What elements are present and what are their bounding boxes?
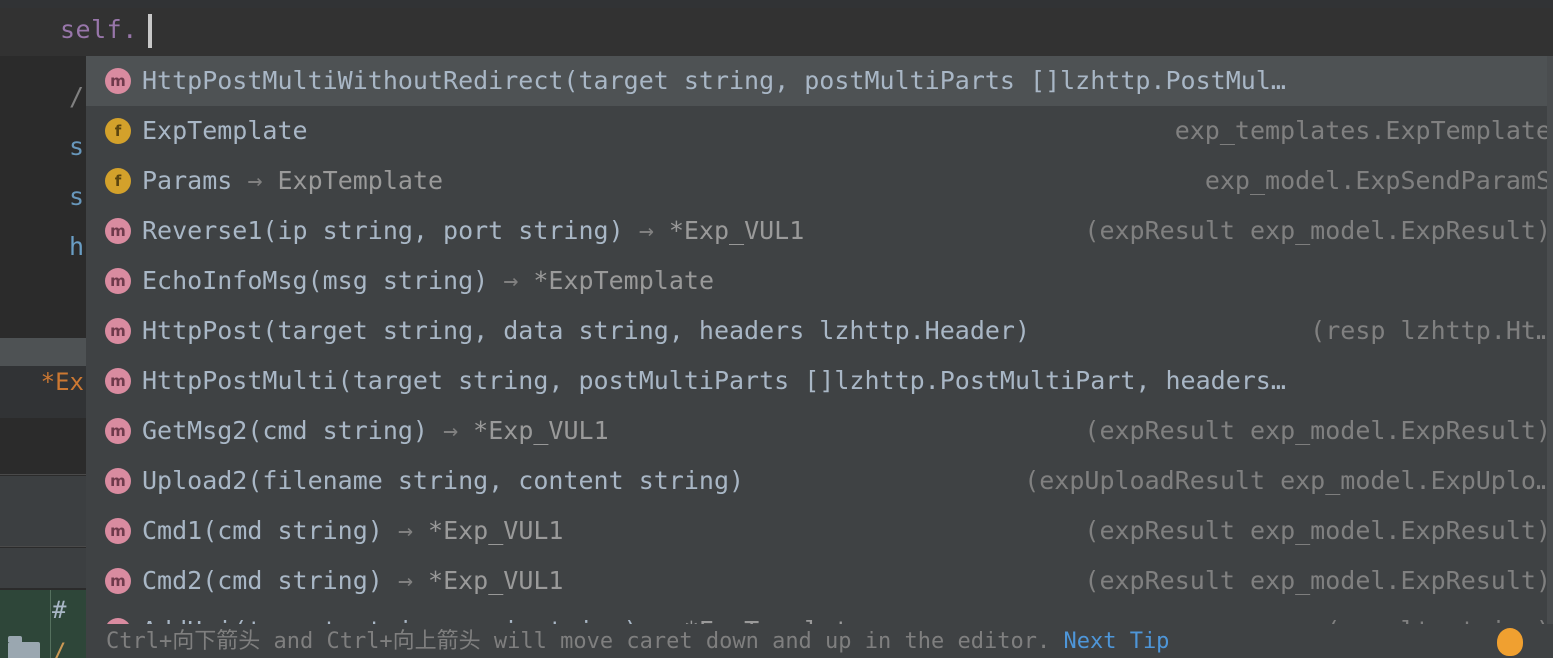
return-arrow-icon: → xyxy=(247,166,263,195)
completion-item-signature: Upload2(filename string, content string) xyxy=(142,456,744,506)
code-fragment: h xyxy=(68,232,84,261)
completion-item[interactable]: m GetMsg2(cmd string) → *Exp_VUL1 (expResu… xyxy=(86,406,1553,456)
editor-current-line: self. xyxy=(60,15,138,44)
completion-item-return-type: *Exp_VUL1 xyxy=(428,566,564,595)
completion-item-type-hint: (expResult exp_model.ExpResult) xyxy=(1084,216,1551,245)
completion-item-return-type: *Exp_VUL1 xyxy=(473,416,609,445)
completion-list[interactable]: m HttpPostMultiWithoutRedirect(target str… xyxy=(86,56,1553,624)
completion-item-signature: Params → ExpTemplate xyxy=(142,156,443,206)
divider xyxy=(0,546,86,547)
completion-item[interactable]: m HttpPostMultiWithoutRedirect(target str… xyxy=(86,56,1553,106)
completion-item-name: ExpTemplate xyxy=(142,116,308,145)
lightbulb-icon[interactable] xyxy=(1497,628,1523,656)
completion-item[interactable]: m HttpPostMulti(target string, postMultiP… xyxy=(86,356,1553,406)
editor-caret-line xyxy=(0,8,1553,56)
completion-item-signature: HttpPostMultiWithoutRedirect(target stri… xyxy=(142,56,1286,106)
popup-right-edge xyxy=(1547,56,1553,658)
method-icon: m xyxy=(105,468,131,494)
completion-item[interactable]: mAddUri(target string, uri string) → *Ex… xyxy=(86,606,1553,624)
completion-item-name: EchoInfoMsg(msg string) xyxy=(142,266,489,295)
console-label-area: Your xyxy=(0,548,86,588)
code-fragment: s xyxy=(68,182,84,211)
completion-item-type-hint: exp_templates.ExpTemplate xyxy=(1174,116,1551,145)
tip-text-container: Ctrl+向下箭头 and Ctrl+向上箭头 will move caret … xyxy=(106,627,1169,657)
completion-item-name: Params xyxy=(142,166,233,195)
method-icon: m xyxy=(105,268,131,294)
return-arrow-icon: → xyxy=(503,266,519,295)
completion-item-name: HttpPost(target string, data string, hea… xyxy=(142,316,1031,345)
field-icon: f xyxy=(105,118,131,144)
completion-item[interactable]: m Reverse1(ip string, port string) → *Exp… xyxy=(86,206,1553,256)
completion-item-type-hint: (resp lzhttp.Ht… xyxy=(1310,316,1551,345)
completion-item[interactable]: m HttpPost(target string, data string, he… xyxy=(86,306,1553,356)
completion-item-name: Cmd1(cmd string) xyxy=(142,516,383,545)
method-icon: m xyxy=(105,68,131,94)
return-arrow-icon: → xyxy=(397,516,413,545)
editor-highlight-row xyxy=(0,338,86,366)
field-icon: f xyxy=(105,168,131,194)
editor-left-region: / s s h *Ex ↑ Your # / / xyxy=(0,56,88,658)
method-icon: m xyxy=(105,418,131,444)
completion-item-signature: HttpPostMulti(target string, postMultiPa… xyxy=(142,356,1286,406)
return-arrow-icon: → xyxy=(443,416,459,445)
completion-item-signature: Reverse1(ip string, port string) → *Exp_… xyxy=(142,206,804,256)
completion-item[interactable]: f Params → ExpTemplate exp_model.ExpSendPa… xyxy=(86,156,1553,206)
completion-item-signature: EchoInfoMsg(msg string) → *ExpTemplate xyxy=(142,256,714,306)
return-arrow-icon: → xyxy=(638,216,654,245)
return-arrow-icon: → xyxy=(397,566,413,595)
completion-item-signature: ExpTemplate xyxy=(142,106,308,156)
text-caret xyxy=(148,14,152,48)
completion-item-type-hint: (result string) xyxy=(1325,606,1553,624)
completion-item-signature: Cmd2(cmd string) → *Exp_VUL1 xyxy=(142,556,563,606)
editor-top-strip xyxy=(0,0,1553,8)
completion-item-signature: Cmd1(cmd string) → *Exp_VUL1 xyxy=(142,506,563,556)
completion-item-type-hint: (expUploadResult exp_model.ExpUplo… xyxy=(1024,466,1551,495)
completion-item[interactable]: m Cmd2(cmd string) → *Exp_VUL1 (expResult … xyxy=(86,556,1553,606)
completion-item[interactable]: f ExpTemplate exp_templates.ExpTemplate xyxy=(86,106,1553,156)
tip-of-the-day-bar: Ctrl+向下箭头 and Ctrl+向上箭头 will move caret … xyxy=(86,624,1553,658)
completion-item-signature: AddUri(target string, uri string) → *Exp… xyxy=(142,606,865,624)
ide-screen: self. / s s h *Ex ↑ Your # / / xyxy=(0,0,1553,658)
completion-item-name: Upload2(filename string, content string) xyxy=(142,466,745,495)
code-fragment: s xyxy=(68,132,84,161)
completion-item[interactable]: m Upload2(filename string, content string… xyxy=(86,456,1553,506)
completion-item-signature: HttpPost(target string, data string, hea… xyxy=(142,306,1030,356)
completion-item-type-hint: (expResult exp_model.ExpResult) xyxy=(1084,566,1551,595)
completion-item-return-type: *ExpTemplate xyxy=(684,616,865,624)
divider xyxy=(0,474,86,475)
toolwindow-arrow-area[interactable]: ↑ xyxy=(0,476,86,546)
method-icon: m xyxy=(105,368,131,394)
folder-icon xyxy=(8,636,40,658)
terminal-fragment: # xyxy=(52,596,67,624)
completion-item[interactable]: m EchoInfoMsg(msg string) → *ExpTemplate xyxy=(86,256,1553,306)
code-fragment-star: *Ex xyxy=(40,368,84,396)
code-fragment: / xyxy=(68,82,84,111)
terminal-fragment: / xyxy=(52,638,67,658)
completion-item-return-type: *Exp_VUL1 xyxy=(668,216,805,245)
method-icon: m xyxy=(105,518,131,544)
return-arrow-icon: → xyxy=(654,616,669,624)
method-icon: m xyxy=(105,318,131,344)
completion-item-name: Cmd2(cmd string) xyxy=(142,566,383,595)
next-tip-link[interactable]: Next Tip xyxy=(1063,629,1169,654)
divider xyxy=(50,590,51,658)
completion-item-return-type: *Exp_VUL1 xyxy=(428,516,564,545)
completion-item-signature: GetMsg2(cmd string) → *Exp_VUL1 xyxy=(142,406,609,456)
completion-item-name: HttpPostMulti(target string, postMultiPa… xyxy=(142,366,1286,395)
tip-text: Ctrl+向下箭头 and Ctrl+向上箭头 will move caret … xyxy=(106,629,1064,654)
completion-item-name: AddUri(target string, uri string) xyxy=(142,616,639,624)
completion-item-type-hint: (expResult exp_model.ExpResult) xyxy=(1084,416,1551,445)
editor-line-text: self. xyxy=(60,15,138,44)
completion-item-type-hint: exp_model.ExpSendParamS xyxy=(1204,166,1551,195)
completion-item-name: HttpPostMultiWithoutRedirect(target stri… xyxy=(142,66,1286,95)
completion-item-return-type: ExpTemplate xyxy=(277,166,444,195)
code-completion-popup[interactable]: m HttpPostMultiWithoutRedirect(target str… xyxy=(86,56,1553,624)
completion-item-return-type: *ExpTemplate xyxy=(533,266,714,295)
completion-item-type-hint: (expResult exp_model.ExpResult) xyxy=(1084,516,1551,545)
method-icon: m xyxy=(105,218,131,244)
completion-item-name: GetMsg2(cmd string) xyxy=(142,416,428,445)
completion-item-name: Reverse1(ip string, port string) xyxy=(142,216,624,245)
method-icon: m xyxy=(105,568,131,594)
completion-item[interactable]: m Cmd1(cmd string) → *Exp_VUL1 (expResult … xyxy=(86,506,1553,556)
